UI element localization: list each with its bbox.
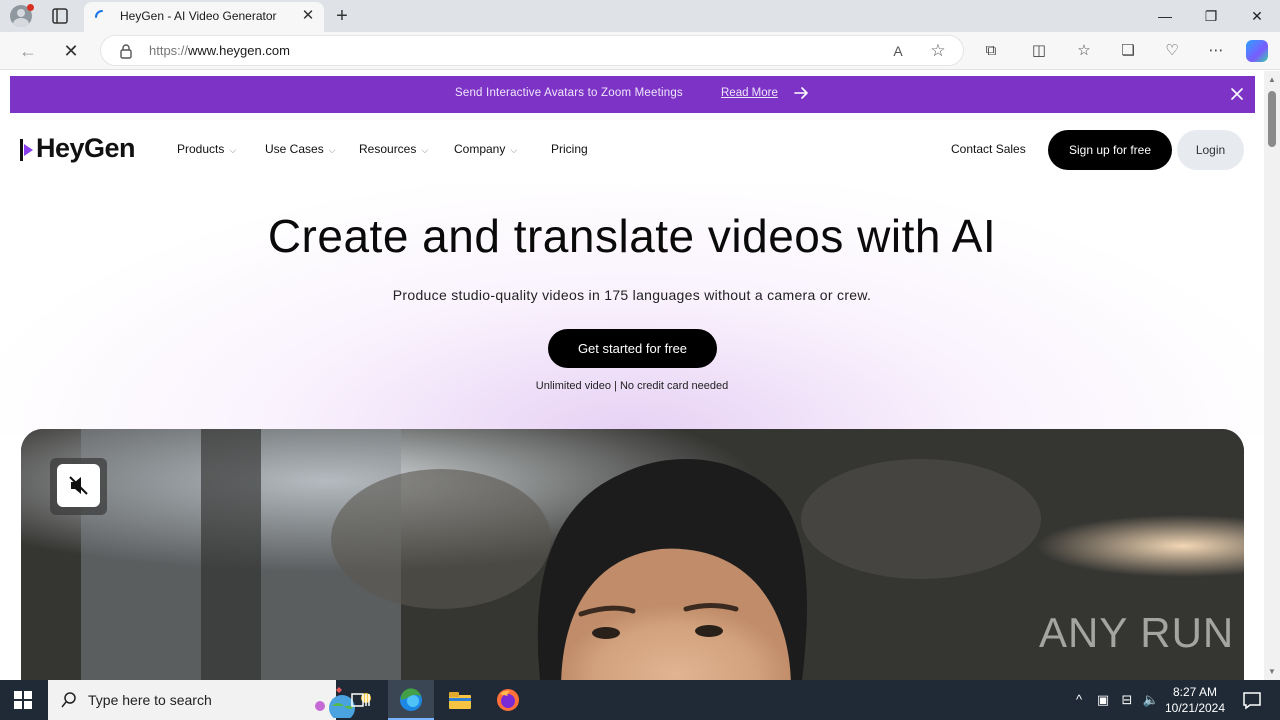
read-aloud-icon[interactable]: A bbox=[889, 42, 907, 60]
page-scrollbar[interactable]: ▲ ▼ bbox=[1264, 71, 1280, 680]
meet-now-icon[interactable]: ▣ bbox=[1094, 691, 1112, 709]
nav-use-cases[interactable]: Use Cases ⌵ bbox=[265, 142, 336, 156]
chevron-down-icon: ⌵ bbox=[510, 145, 518, 155]
contact-sales-link[interactable]: Contact Sales bbox=[951, 142, 1026, 156]
banner-close-icon[interactable] bbox=[1229, 86, 1245, 102]
tab-close-icon[interactable]: ✕ bbox=[300, 8, 316, 24]
favorites-icon[interactable]: ☆ bbox=[1074, 41, 1094, 61]
task-view-icon[interactable] bbox=[346, 686, 374, 714]
nav-resources[interactable]: Resources ⌵ bbox=[359, 142, 428, 156]
taskbar-search-box[interactable]: Type here to search bbox=[48, 680, 371, 720]
chevron-down-icon: ⌵ bbox=[421, 145, 429, 155]
url-text[interactable]: https://www.heygen.com bbox=[149, 43, 290, 58]
hero-video[interactable]: ANY RUN bbox=[21, 429, 1244, 680]
tab-actions-icon[interactable] bbox=[50, 6, 70, 26]
page-viewport: Send Interactive Avatars to Zoom Meeting… bbox=[0, 71, 1280, 680]
notification-dot bbox=[27, 4, 34, 11]
notifications-icon[interactable] bbox=[1238, 686, 1266, 714]
announcement-banner: Send Interactive Avatars to Zoom Meeting… bbox=[10, 76, 1255, 113]
collections-icon[interactable]: ❏ bbox=[1118, 41, 1138, 61]
nav-company[interactable]: Company ⌵ bbox=[454, 142, 517, 156]
cta-note: Unlimited video | No credit card needed bbox=[535, 380, 729, 392]
site-header: HeyGen Products ⌵ Use Cases ⌵ Resources ⌵ C… bbox=[0, 115, 1264, 185]
anyrun-watermark: ANY RUN bbox=[1039, 609, 1235, 656]
tab-heygen[interactable]: HeyGen - AI Video Generator ✕ bbox=[84, 2, 324, 32]
search-icon bbox=[61, 692, 76, 708]
browser-essentials-icon[interactable]: ♡ bbox=[1162, 41, 1182, 61]
nav-pricing[interactable]: Pricing bbox=[551, 142, 588, 156]
window-close-button[interactable]: ✕ bbox=[1246, 6, 1268, 26]
scroll-thumb[interactable] bbox=[1268, 91, 1276, 147]
stop-loading-button[interactable]: ✕ bbox=[61, 41, 81, 61]
hero-section: Create and translate videos with AI Prod… bbox=[0, 185, 1264, 435]
banner-read-more-link[interactable]: Read More bbox=[721, 87, 778, 99]
browser-toolbar: ← ✕ https://www.heygen.com A ☆ ⧉ ◫ ☆ ❏ ♡… bbox=[0, 32, 1280, 70]
hero-subtitle: Produce studio-quality videos in 175 lan… bbox=[392, 287, 872, 303]
copilot-icon[interactable] bbox=[1246, 40, 1268, 62]
show-hidden-icons-icon[interactable]: ^ bbox=[1070, 691, 1088, 709]
browser-tabstrip: HeyGen - AI Video Generator ✕ + — ❐ ✕ bbox=[0, 0, 1280, 32]
search-placeholder: Type here to search bbox=[88, 692, 212, 708]
hero-title: Create and translate videos with AI bbox=[267, 210, 997, 262]
more-menu-icon[interactable]: ⋯ bbox=[1206, 41, 1226, 61]
volume-icon[interactable]: 🔈 bbox=[1142, 691, 1160, 709]
loading-spinner-icon bbox=[95, 10, 103, 18]
login-button[interactable]: Login bbox=[1177, 130, 1244, 170]
minimize-button[interactable]: — bbox=[1154, 6, 1176, 26]
chevron-down-icon: ⌵ bbox=[229, 145, 237, 155]
clock-time: 8:27 AM bbox=[1172, 685, 1218, 699]
sign-up-button[interactable]: Sign up for free bbox=[1048, 130, 1172, 170]
file-explorer-icon[interactable] bbox=[446, 686, 474, 714]
scroll-up-icon[interactable]: ▲ bbox=[1268, 75, 1276, 84]
favorite-star-icon[interactable]: ☆ bbox=[929, 42, 947, 60]
split-screen-icon[interactable]: ◫ bbox=[1029, 41, 1049, 61]
restore-button[interactable]: ❐ bbox=[1200, 6, 1222, 26]
windows-taskbar: Type here to search ^ ▣ ⊟ 🔈 8:27 AM 10/2… bbox=[0, 680, 1280, 720]
tab-title: HeyGen - AI Video Generator bbox=[120, 9, 277, 23]
extensions-icon[interactable]: ⧉ bbox=[981, 41, 1001, 61]
new-tab-button[interactable]: + bbox=[332, 6, 352, 26]
mute-toggle-button[interactable] bbox=[50, 458, 107, 515]
back-button[interactable]: ← bbox=[18, 41, 38, 61]
arrow-right-icon[interactable] bbox=[792, 84, 810, 102]
lock-icon[interactable] bbox=[119, 43, 133, 59]
network-icon[interactable]: ⊟ bbox=[1118, 691, 1136, 709]
logo-text: HeyGen bbox=[36, 133, 136, 163]
chevron-down-icon: ⌵ bbox=[328, 145, 336, 155]
get-started-button[interactable]: Get started for free bbox=[548, 329, 717, 368]
address-bar[interactable]: https://www.heygen.com A ☆ bbox=[100, 35, 964, 66]
nav-products[interactable]: Products ⌵ bbox=[177, 142, 236, 156]
firefox-icon[interactable] bbox=[494, 686, 522, 714]
clock-date: 10/21/2024 bbox=[1164, 701, 1226, 715]
system-clock[interactable]: 8:27 AM 10/21/2024 bbox=[1160, 684, 1230, 716]
speaker-muted-icon bbox=[69, 476, 88, 495]
windows-start-icon[interactable] bbox=[14, 691, 32, 709]
edge-browser-icon[interactable] bbox=[397, 686, 425, 714]
banner-text: Send Interactive Avatars to Zoom Meeting… bbox=[455, 87, 683, 99]
scroll-down-icon[interactable]: ▼ bbox=[1268, 667, 1276, 676]
